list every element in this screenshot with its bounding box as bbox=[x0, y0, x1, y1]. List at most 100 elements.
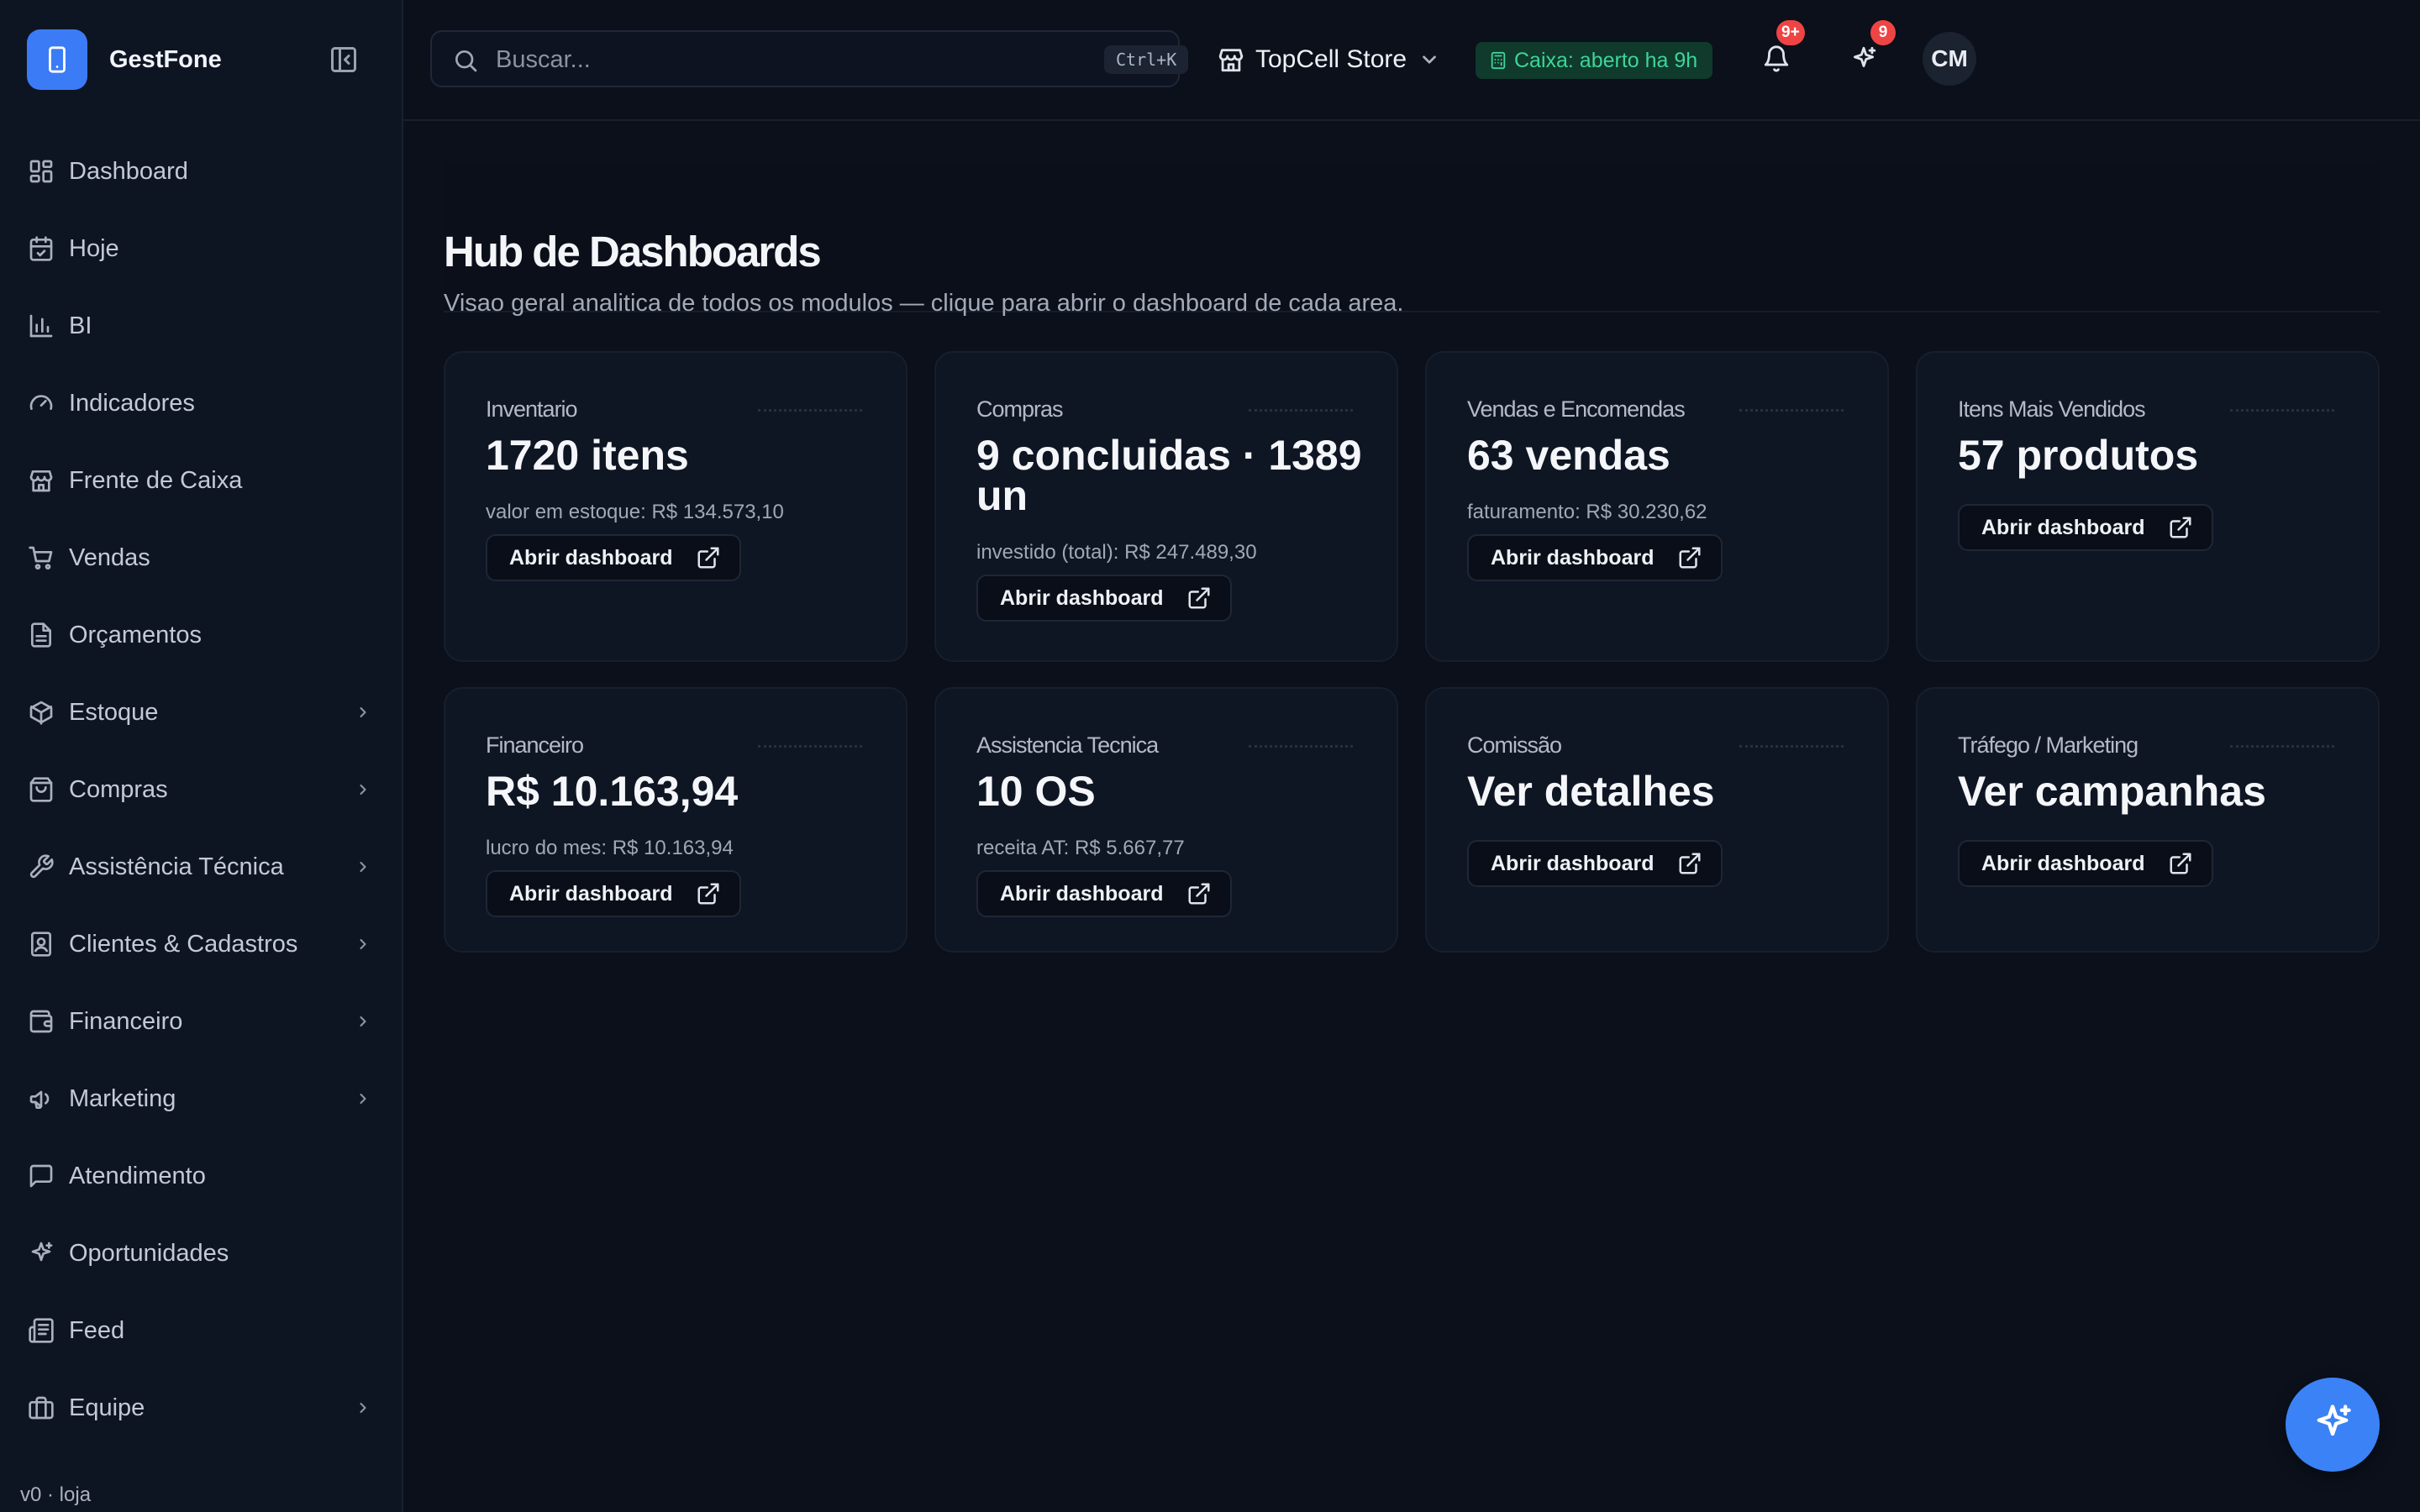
sparkles-icon bbox=[1849, 45, 1878, 77]
card-label: Inventario bbox=[486, 396, 578, 422]
sidebar-item-feed[interactable]: Feed bbox=[0, 1292, 402, 1369]
search-shortcut: Ctrl+K bbox=[1104, 45, 1189, 74]
card-value: 9 concluidas · 1389 un bbox=[976, 432, 1362, 519]
card-value: 63 vendas bbox=[1467, 432, 1670, 479]
app-version: v0 · loja bbox=[20, 1483, 92, 1506]
external-link-icon bbox=[1186, 585, 1212, 611]
open-dashboard-button[interactable]: Abrir dashboard bbox=[976, 870, 1233, 917]
open-dashboard-button[interactable]: Abrir dashboard bbox=[1958, 840, 2214, 887]
sidebar-item-clientes-cadastros[interactable]: Clientes & Cadastros bbox=[0, 906, 402, 983]
open-dashboard-button[interactable]: Abrir dashboard bbox=[1467, 840, 1723, 887]
button-label: Abrir dashboard bbox=[1981, 851, 2145, 875]
wallet-icon bbox=[27, 1007, 55, 1036]
dashboard-card-trafego-marketing[interactable]: Tráfego / Marketing Ver campanhas Abrir … bbox=[1916, 687, 2380, 953]
sidebar-item-equipe[interactable]: Equipe bbox=[0, 1369, 402, 1446]
card-divider bbox=[2230, 409, 2334, 412]
store-icon bbox=[27, 466, 55, 495]
card-label: Comissão bbox=[1467, 732, 1562, 758]
store-selector[interactable]: TopCell Store bbox=[1217, 39, 1440, 81]
sidebar-item-label: Atendimento bbox=[69, 1162, 206, 1189]
dashboard-card-itens-mais-vendidos[interactable]: Itens Mais Vendidos 57 produtos Abrir da… bbox=[1916, 351, 2380, 662]
sidebar-item-indicadores[interactable]: Indicadores bbox=[0, 365, 402, 442]
card-subtext: investido (total): R$ 247.489,30 bbox=[976, 541, 1257, 564]
sidebar-item-hoje[interactable]: Hoje bbox=[0, 210, 402, 287]
sidebar-item-compras[interactable]: Compras bbox=[0, 751, 402, 828]
search-icon bbox=[452, 47, 479, 74]
shopping-bag-icon bbox=[27, 775, 55, 804]
dashboard-card-vendas[interactable]: Vendas e Encomendas 63 vendas faturament… bbox=[1425, 351, 1889, 662]
page-title: Hub de Dashboards bbox=[444, 228, 822, 276]
briefcase-icon bbox=[27, 1394, 55, 1422]
chevron-right-icon bbox=[353, 775, 373, 804]
card-divider bbox=[758, 745, 862, 748]
dashboard-card-assistencia-tecnica[interactable]: Assistencia Tecnica 10 OS receita AT: R$… bbox=[934, 687, 1398, 953]
caixa-status-badge[interactable]: Caixa: aberto ha 9h bbox=[1476, 42, 1713, 79]
sidebar-item-bi[interactable]: BI bbox=[0, 287, 402, 365]
dashboard-card-compras[interactable]: Compras 9 concluidas · 1389 un investido… bbox=[934, 351, 1398, 662]
dashboard-card-inventario[interactable]: Inventario 1720 itens valor em estoque: … bbox=[444, 351, 908, 662]
sidebar-item-label: Assistência Técnica bbox=[69, 853, 284, 880]
sidebar-item-label: Vendas bbox=[69, 543, 150, 571]
button-label: Abrir dashboard bbox=[1000, 881, 1164, 906]
sidebar-item-financeiro[interactable]: Financeiro bbox=[0, 983, 402, 1060]
page-subtitle: Visao geral analitica de todos os modulo… bbox=[444, 290, 1404, 317]
sidebar-item-vendas[interactable]: Vendas bbox=[0, 519, 402, 596]
sidebar-item-label: Feed bbox=[69, 1316, 125, 1344]
gauge-icon bbox=[27, 389, 55, 417]
sidebar-item-assistencia-tecnica[interactable]: Assistência Técnica bbox=[0, 828, 402, 906]
calendar-icon bbox=[27, 234, 55, 263]
avatar[interactable]: CM bbox=[1923, 32, 1976, 86]
sidebar-item-dashboard[interactable]: Dashboard bbox=[0, 133, 402, 210]
ai-assistant-button[interactable] bbox=[2286, 1378, 2380, 1472]
card-subtext: faturamento: R$ 30.230,62 bbox=[1467, 501, 1707, 523]
chevron-right-icon bbox=[353, 930, 373, 958]
sidebar-item-label: Frente de Caixa bbox=[69, 466, 243, 494]
sidebar-toggle-icon[interactable] bbox=[326, 42, 361, 77]
external-link-icon bbox=[1677, 851, 1702, 876]
sidebar-item-label: BI bbox=[69, 312, 92, 339]
notifications-button[interactable]: 9+ bbox=[1758, 20, 1805, 79]
sidebar-item-marketing[interactable]: Marketing bbox=[0, 1060, 402, 1137]
open-dashboard-button[interactable]: Abrir dashboard bbox=[1958, 504, 2214, 551]
card-subtext: receita AT: R$ 5.667,77 bbox=[976, 837, 1185, 859]
chevron-right-icon bbox=[353, 1084, 373, 1113]
app-name: GestFone bbox=[109, 45, 222, 73]
main-content: Hub de Dashboards Visao geral analitica … bbox=[403, 121, 2420, 1512]
button-label: Abrir dashboard bbox=[1000, 585, 1164, 610]
open-dashboard-button[interactable]: Abrir dashboard bbox=[1467, 534, 1723, 581]
chevron-right-icon bbox=[353, 1007, 373, 1036]
card-subtext: valor em estoque: R$ 134.573,10 bbox=[486, 501, 784, 523]
open-dashboard-button[interactable]: Abrir dashboard bbox=[486, 870, 742, 917]
card-divider bbox=[758, 409, 862, 412]
sidebar-item-frente-de-caixa[interactable]: Frente de Caixa bbox=[0, 442, 402, 519]
dashboard-card-comissao[interactable]: Comissão Ver detalhes Abrir dashboard bbox=[1425, 687, 1889, 953]
sidebar-item-orcamentos[interactable]: Orçamentos bbox=[0, 596, 402, 674]
sparkles-icon bbox=[27, 1239, 55, 1268]
sidebar-item-oportunidades[interactable]: Oportunidades bbox=[0, 1215, 402, 1292]
search-input[interactable] bbox=[494, 40, 1069, 79]
card-value: Ver campanhas bbox=[1958, 768, 2266, 815]
sidebar-item-label: Indicadores bbox=[69, 389, 195, 417]
card-label: Compras bbox=[976, 396, 1064, 422]
brand[interactable]: GestFone bbox=[27, 29, 222, 91]
opportunities-button[interactable]: 9 bbox=[1845, 20, 1896, 79]
dashboard-card-financeiro[interactable]: Financeiro R$ 10.163,94 lucro do mes: R$… bbox=[444, 687, 908, 953]
card-divider bbox=[1249, 745, 1353, 748]
sidebar-item-estoque[interactable]: Estoque bbox=[0, 674, 402, 751]
open-dashboard-button[interactable]: Abrir dashboard bbox=[976, 575, 1233, 622]
chevron-down-icon bbox=[1418, 49, 1440, 71]
sidebar-item-atendimento[interactable]: Atendimento bbox=[0, 1137, 402, 1215]
calculator-icon bbox=[1489, 51, 1507, 70]
card-divider bbox=[1739, 745, 1844, 748]
open-dashboard-button[interactable]: Abrir dashboard bbox=[486, 534, 742, 581]
external-link-icon bbox=[696, 881, 721, 906]
caixa-status-text: Caixa: aberto ha 9h bbox=[1514, 48, 1698, 72]
sidebar: GestFone Dashboard Hoje BI Indicadores F… bbox=[0, 0, 403, 1512]
search-bar[interactable]: Ctrl+K bbox=[430, 30, 1189, 87]
card-label: Assistencia Tecnica bbox=[976, 732, 1159, 758]
sidebar-item-label: Clientes & Cadastros bbox=[69, 930, 298, 958]
phone-logo-icon bbox=[27, 29, 87, 90]
external-link-icon bbox=[1186, 881, 1212, 906]
sidebar-item-label: Orçamentos bbox=[69, 621, 202, 648]
button-label: Abrir dashboard bbox=[509, 881, 673, 906]
